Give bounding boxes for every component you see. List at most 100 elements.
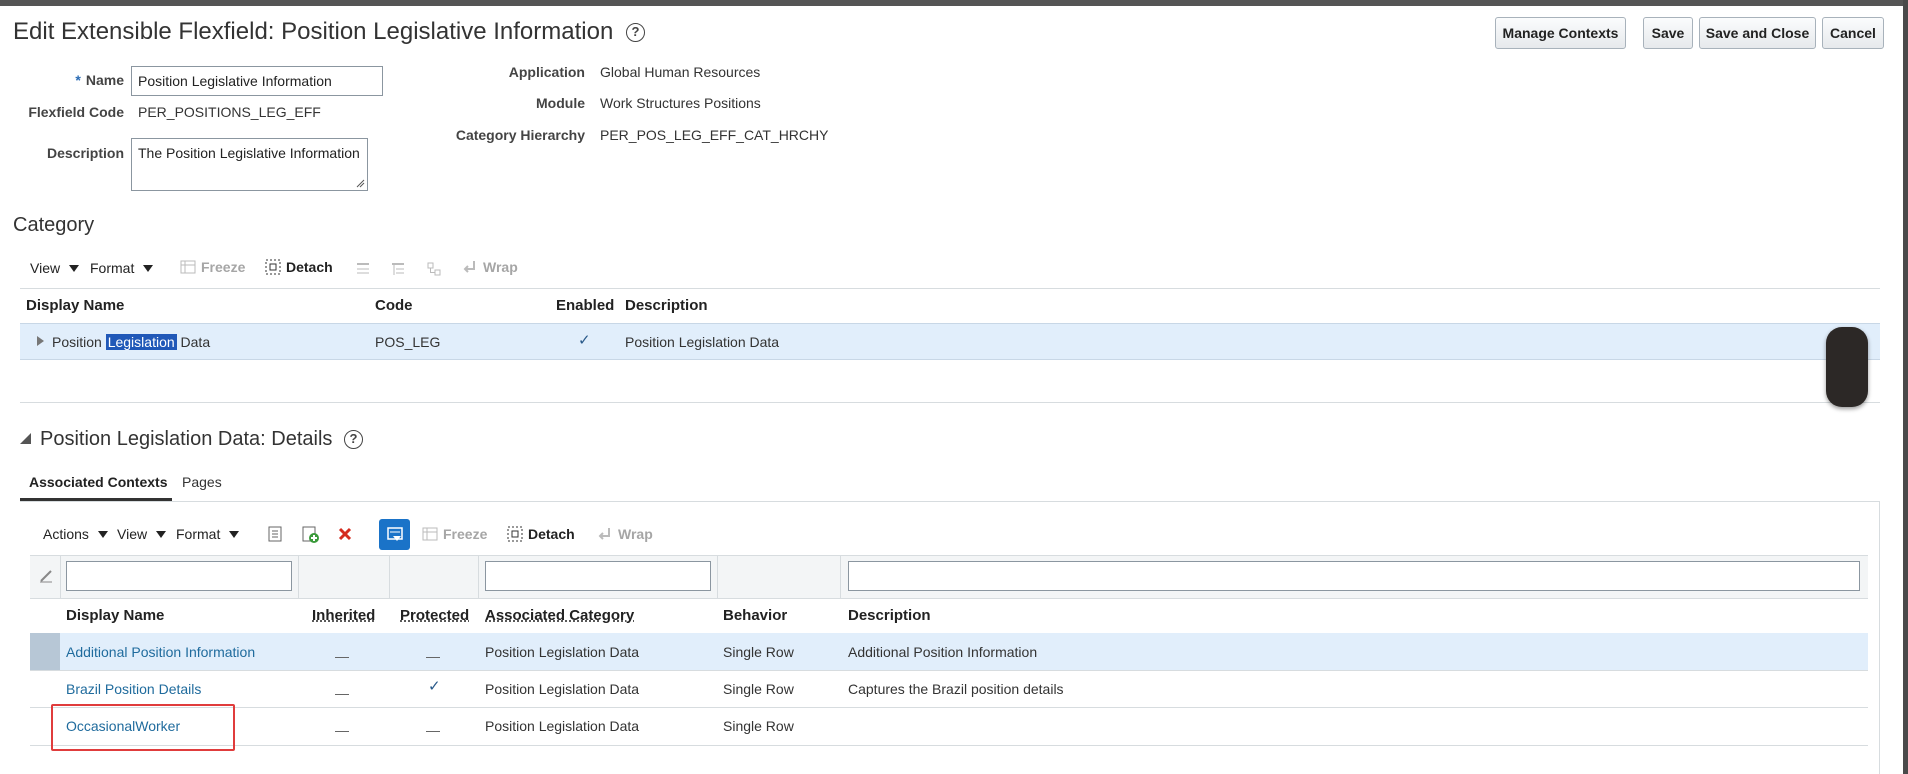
category-view-menu[interactable]: View [30, 260, 80, 276]
inherited-empty [335, 657, 349, 658]
panel-right-border [1879, 501, 1880, 774]
detach-icon [507, 526, 523, 542]
insert-row-icon[interactable] [355, 261, 371, 277]
details-col-description: Description [848, 607, 931, 624]
module-value: Work Structures Positions [600, 95, 761, 111]
details-freeze-button[interactable]: Freeze [422, 526, 487, 542]
application-value: Global Human Resources [600, 64, 761, 80]
filter-associated-category-input[interactable] [485, 561, 711, 591]
page-title: Edit Extensible Flexfield: Position Legi… [13, 18, 645, 46]
cancel-button[interactable]: Cancel [1822, 17, 1884, 49]
resize-handle-icon[interactable] [356, 179, 365, 188]
inherited-empty [335, 731, 349, 732]
protected-empty [426, 657, 440, 658]
context-link[interactable]: Brazil Position Details [66, 681, 201, 697]
chevron-down-icon [229, 530, 240, 538]
category-row-code: POS_LEG [375, 334, 441, 350]
name-label-text: Name [85, 72, 124, 88]
filter-divider [717, 555, 718, 599]
category-freeze-button[interactable]: Freeze [180, 259, 245, 275]
actions-menu[interactable]: Actions [43, 526, 108, 542]
table-bottom-border [30, 745, 1868, 746]
wrap-icon [463, 261, 475, 273]
tab-pages[interactable]: Pages [182, 474, 222, 490]
edit-pencil-icon [40, 570, 52, 583]
window-top-border [0, 0, 1908, 6]
details-detach-button[interactable]: Detach [507, 526, 575, 542]
category-row-description: Position Legislation Data [625, 334, 780, 350]
expand-triangle-icon[interactable] [37, 336, 45, 346]
floating-scroll-handle[interactable] [1826, 327, 1868, 407]
category-col-display-name: Display Name [26, 297, 125, 314]
filter-description-input[interactable] [848, 561, 1860, 591]
tabs-bottom-border [20, 501, 1880, 502]
category-table-bottom-border [20, 402, 1880, 403]
chevron-down-icon [97, 530, 108, 538]
category-hierarchy-label: Category Hierarchy [455, 127, 585, 143]
save-button[interactable]: Save [1643, 17, 1693, 49]
flexfield-code-label: Flexfield Code [28, 104, 124, 120]
application-label: Application [508, 64, 585, 80]
details-col-behavior: Behavior [723, 607, 788, 624]
enabled-check-icon: ✓ [578, 332, 591, 349]
details-format-menu[interactable]: Format [176, 526, 240, 542]
page-title-text: Edit Extensible Flexfield: Position Legi… [13, 18, 614, 45]
category-row-selected[interactable] [20, 323, 1880, 360]
category-col-description: Description [625, 297, 708, 314]
chevron-down-icon [143, 264, 154, 272]
row-description: Additional Position Information [848, 644, 1038, 660]
hierarchy-icon[interactable] [426, 261, 442, 277]
query-by-example-icon[interactable] [379, 519, 410, 550]
description-textarea[interactable]: The Position Legislative Information [131, 138, 368, 191]
add-row-icon[interactable] [301, 525, 320, 544]
filter-divider [60, 555, 61, 599]
actions-menu-label: Actions [43, 526, 89, 542]
row-description: Captures the Brazil position details [848, 681, 1064, 697]
context-link[interactable]: Additional Position Information [66, 644, 255, 660]
details-title-text: Position Legislation Data: Details [40, 428, 333, 450]
name-part-2: Data [176, 334, 211, 350]
row-selector[interactable] [30, 633, 60, 670]
format-menu-label: Format [176, 526, 221, 542]
filter-divider [840, 555, 841, 599]
row-behavior: Single Row [723, 644, 794, 660]
filter-divider [478, 555, 479, 599]
window-right-border [1903, 0, 1908, 774]
manage-contexts-button[interactable]: Manage Contexts [1495, 17, 1626, 49]
row-divider [30, 707, 1868, 708]
detach-label: Detach [286, 259, 333, 275]
chevron-down-icon [69, 264, 80, 272]
details-wrap-button[interactable]: Wrap [597, 526, 653, 542]
detach-label: Detach [528, 526, 575, 542]
category-row-display-name: Position Legislation Data [52, 334, 210, 350]
details-col-protected: Protected [400, 607, 470, 624]
category-detach-button[interactable]: Detach [265, 259, 333, 275]
category-col-code: Code [375, 297, 413, 314]
filter-display-name-input[interactable] [66, 561, 292, 591]
name-input[interactable]: Position Legislative Information [131, 66, 383, 96]
module-label: Module [536, 95, 585, 111]
category-table-top-border [20, 288, 1880, 289]
details-col-associated-category: Associated Category [485, 607, 635, 624]
required-mark: * [75, 72, 81, 88]
category-wrap-button[interactable]: Wrap [462, 259, 518, 275]
tab-associated-contexts[interactable]: Associated Contexts [29, 474, 167, 490]
help-icon[interactable]: ? [625, 23, 645, 43]
insert-child-icon[interactable] [390, 261, 406, 277]
save-and-close-button[interactable]: Save and Close [1699, 17, 1816, 49]
select-and-add-icon[interactable] [267, 525, 285, 543]
help-icon[interactable]: ? [343, 430, 363, 450]
protected-empty [426, 731, 440, 732]
freeze-icon [422, 527, 438, 541]
filter-icon [386, 526, 403, 541]
name-part-1: Position [52, 334, 106, 350]
details-view-menu[interactable]: View [117, 526, 167, 542]
name-label: * Name [60, 72, 124, 88]
category-col-enabled: Enabled [556, 297, 615, 314]
freeze-label: Freeze [201, 259, 246, 275]
protected-check-icon: ✓ [428, 678, 441, 695]
details-col-display-name: Display Name [66, 607, 165, 624]
collapse-triangle-icon[interactable] [20, 433, 32, 445]
category-format-menu[interactable]: Format [90, 260, 154, 276]
delete-icon[interactable] [337, 526, 353, 542]
